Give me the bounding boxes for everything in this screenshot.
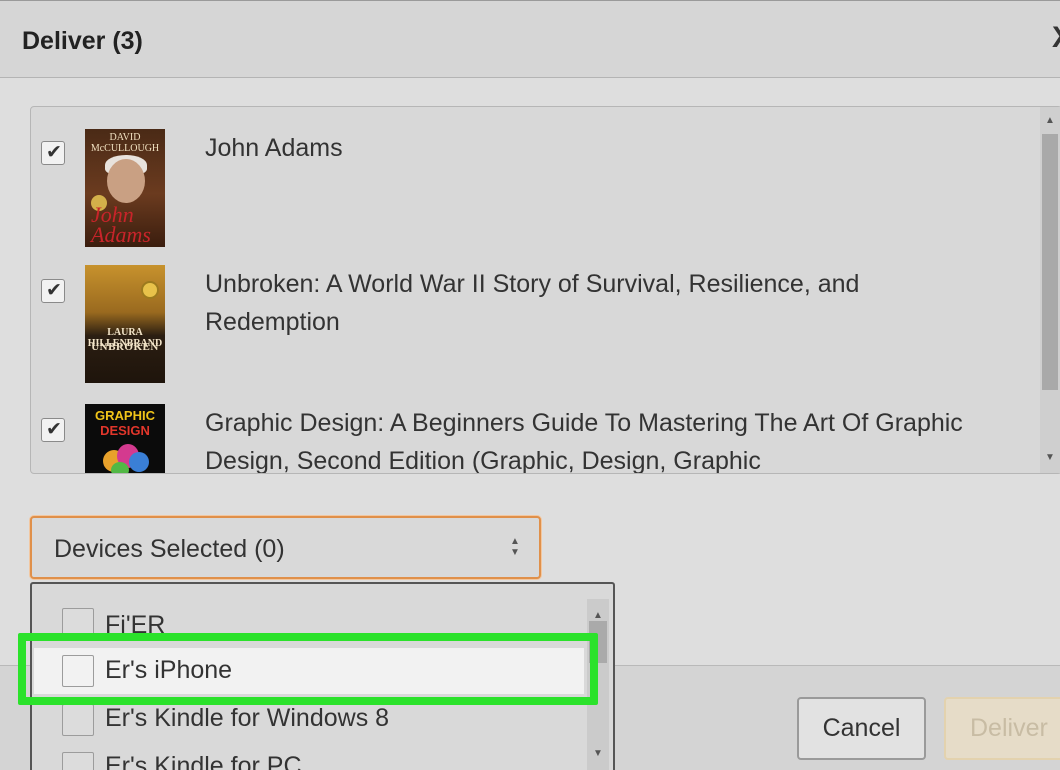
device-item[interactable]: Er's Kindle for PC [32, 744, 592, 770]
devices-scroll-thumb[interactable] [589, 621, 607, 663]
device-label: Er's iPhone [105, 656, 233, 684]
cover-title-line2: DESIGN [100, 423, 150, 438]
check-icon: ✔ [46, 142, 62, 163]
book-checkbox[interactable]: ✔ [41, 141, 65, 165]
device-checkbox[interactable] [62, 752, 94, 770]
book-cover-graphic-design: GRAPHIC DESIGN [85, 404, 165, 473]
book-title: John Adams [205, 134, 343, 162]
device-checkbox[interactable] [62, 608, 94, 640]
devices-dropdown-list[interactable]: Fi'ER Er's iPhone Er's Kindle for Window… [30, 582, 615, 770]
close-icon[interactable]: X [1052, 23, 1060, 53]
devices-select[interactable]: Devices Selected (0) ▲ ▼ [30, 516, 541, 579]
book-list-scroll-thumb[interactable] [1042, 134, 1058, 390]
device-label: Er's Kindle for Windows 8 [105, 704, 390, 732]
check-icon: ✔ [46, 280, 62, 301]
scroll-up-icon[interactable]: ▲ [593, 611, 603, 621]
dialog-header: Deliver (3) X [0, 1, 1060, 78]
book-row[interactable]: ✔ GRAPHIC DESIGN Graphic Design: A Begin… [31, 404, 1036, 474]
deliver-dialog: Deliver (3) X ✔ DAVID McCULLOUGH John Ad… [0, 0, 1060, 770]
book-title: Graphic Design: A Beginners Guide To Mas… [205, 409, 963, 474]
scroll-down-icon[interactable]: ▼ [1045, 453, 1055, 463]
medal-icon [141, 281, 159, 299]
book-cover-john-adams: DAVID McCULLOUGH John Adams [85, 129, 165, 247]
device-item-highlighted[interactable]: Er's iPhone [34, 648, 584, 694]
updown-arrows-icon: ▲ ▼ [510, 536, 520, 558]
scroll-up-icon[interactable]: ▲ [1045, 116, 1055, 126]
cancel-button[interactable]: Cancel [797, 697, 926, 760]
book-title: Unbroken: A World War II Story of Surviv… [205, 270, 860, 336]
device-checkbox[interactable] [62, 655, 94, 687]
cover-title: UNBROKEN [91, 341, 159, 353]
book-checkbox[interactable]: ✔ [41, 418, 65, 442]
book-row[interactable]: ✔ LAURA HILLENBRAND UNBROKEN Unbroken: A… [31, 265, 1036, 395]
devices-select-label: Devices Selected (0) [54, 535, 285, 563]
cover-title: John Adams [91, 202, 151, 247]
device-label: Er's Kindle for PC [105, 752, 302, 770]
scroll-down-icon[interactable]: ▼ [593, 749, 603, 759]
deliver-button[interactable]: Deliver [944, 697, 1060, 760]
device-checkbox[interactable] [62, 704, 94, 736]
cover-title-line1: GRAPHIC [95, 408, 155, 423]
device-label: Fi'ER [105, 611, 166, 639]
device-item[interactable]: Fi'ER [32, 600, 592, 648]
book-row[interactable]: ✔ DAVID McCULLOUGH John Adams John Adams [31, 127, 1036, 257]
dialog-title: Deliver (3) [22, 27, 143, 55]
book-cover-unbroken: LAURA HILLENBRAND UNBROKEN [85, 265, 165, 383]
check-icon: ✔ [46, 419, 62, 440]
book-checkbox[interactable]: ✔ [41, 279, 65, 303]
book-list[interactable]: ✔ DAVID McCULLOUGH John Adams John Adams… [30, 106, 1060, 474]
device-item[interactable]: Er's Kindle for Windows 8 [32, 696, 592, 744]
cover-author: DAVID McCULLOUGH [90, 132, 160, 154]
